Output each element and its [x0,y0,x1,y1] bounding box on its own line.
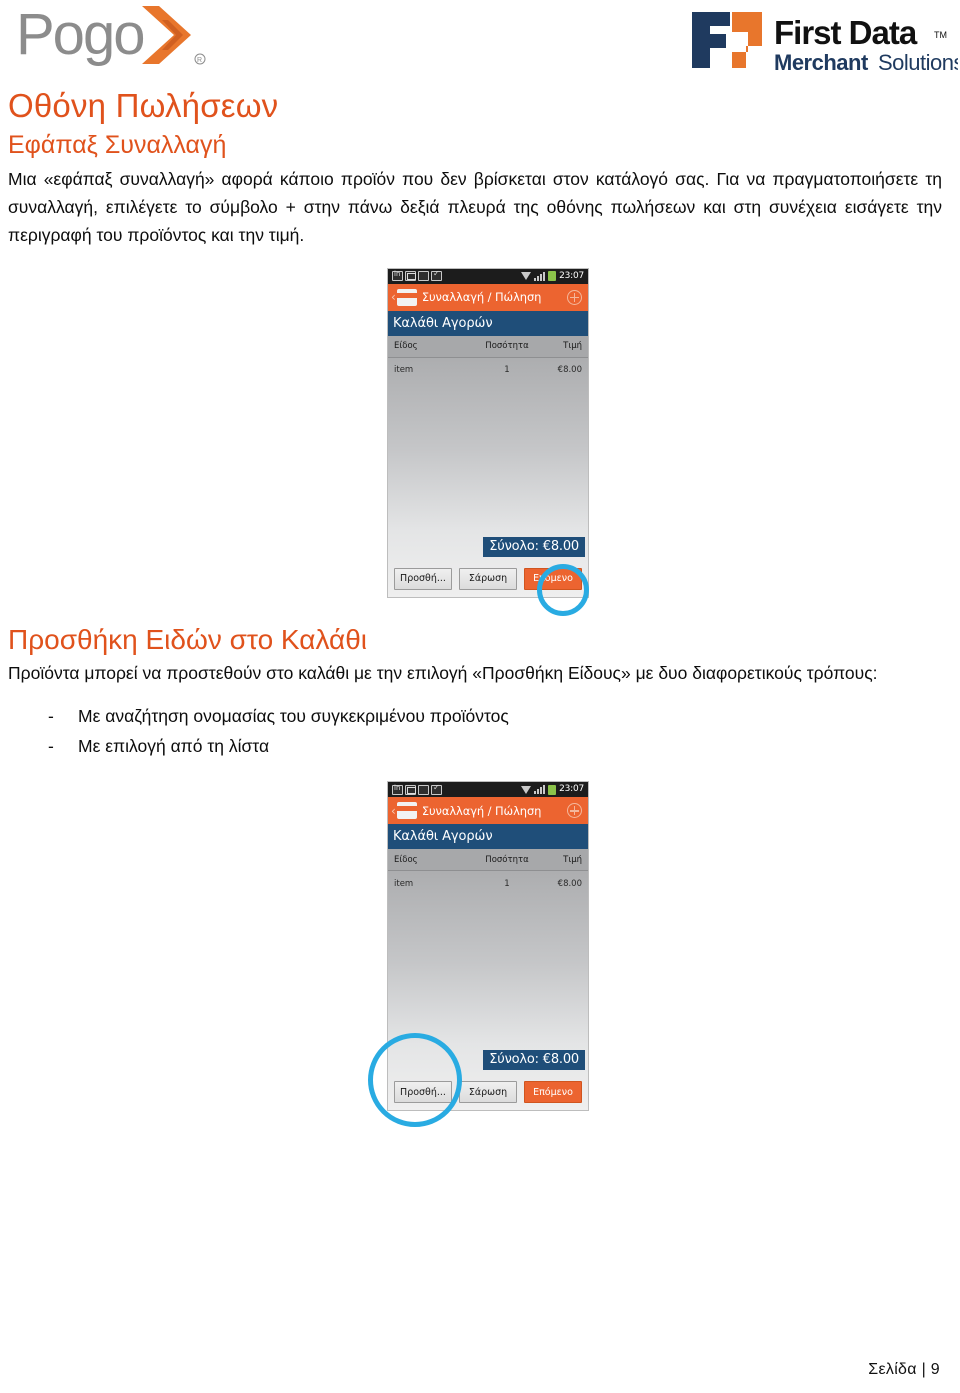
document-content: Οθόνη Πωλήσεων Εφάπαξ Συναλλαγή Μια «εφά… [0,87,960,1128]
device-icon [418,271,429,282]
column-header-price: Τιμή [563,854,582,865]
svg-text:Pogo: Pogo [16,2,143,67]
intro-paragraph: Μια «εφάπαξ συναλλαγή» αφορά κάποιο προϊ… [8,168,942,246]
phone1-action-bar-title: Συναλλαγή / Πώληση [421,290,542,305]
next-button[interactable]: Επόμενο [524,1081,582,1104]
battery-icon [548,271,557,282]
add-items-paragraph: Προϊόντα μπορεί να προστεθούν στο καλάθι… [8,662,878,683]
phone1-cart-header-label: Καλάθι Αγορών [393,315,493,331]
footer-separator: | [921,1361,927,1378]
list-item: - Με αναζήτηση ονομασίας του συγκεκριμέν… [48,701,942,731]
svg-text:Solutions: Solutions [878,50,958,75]
phone2-status-bar: 23:07 [388,782,588,798]
svg-text:First Data: First Data [774,14,918,51]
phone2-button-bar: Προσθή... Σάρωση Επόμενο [388,1074,588,1110]
cell-item: item [394,878,414,889]
next-button[interactable]: Επόμενο [524,567,582,590]
scan-button[interactable]: Σάρωση [459,567,517,590]
pogo-logo: Pogo R [16,2,211,68]
cell-quantity: 1 [504,365,510,376]
column-header-item: Είδος [394,341,418,352]
column-header-quantity: Ποσότητα [485,854,529,865]
plus-circle-icon[interactable] [567,289,582,305]
pogo-app-icon [396,802,417,820]
wifi-icon [521,785,532,794]
phone1-cart-header: Καλάθι Αγορών [388,310,588,336]
wifi-icon [521,272,532,281]
checkbox-icon [431,783,442,795]
section-title-add-items: Προσθήκη Ειδών στο Καλάθι [8,623,367,655]
phone2-action-bar-title: Συναλλαγή / Πώληση [421,803,542,818]
add-item-button[interactable]: Προσθή... [394,1081,452,1104]
pogo-app-icon [396,288,417,306]
svg-text:Merchant: Merchant [774,50,869,75]
footer-page-number: 9 [930,1361,940,1378]
back-chevron-icon[interactable]: ‹ [391,805,396,817]
phone2-system-icons: 23:07 [521,784,584,795]
phone2-cart-header: Καλάθι Αγορών [388,824,588,850]
bullet-dash: - [48,706,54,727]
footer-page-label: Σελίδα [868,1361,917,1378]
linkedin-icon [392,270,403,282]
back-chevron-icon[interactable]: ‹ [391,291,396,303]
list-item-label: Με αναζήτηση ονομασίας του συγκεκριμένου… [78,706,509,727]
add-item-button[interactable]: Προσθή... [394,567,452,590]
column-header-item: Είδος [394,854,418,865]
cell-quantity: 1 [504,878,510,889]
checkbox-icon [431,269,442,282]
signal-bars-icon [534,785,546,795]
device-icon [418,784,429,795]
phone1-button-bar: Προσθή... Σάρωση Επόμενο [388,561,588,597]
status-time: 23:07 [559,784,584,795]
plus-circle-icon[interactable] [567,803,582,819]
screenshot-figure-2: 23:07 ‹ Συναλλαγή / Πώληση Καλάθι Αγορών… [8,781,960,1128]
add-items-bullet-list: - Με αναζήτηση ονομασίας του συγκεκριμέν… [8,701,942,761]
section-title-one-off-transaction: Εφάπαξ Συναλλαγή [8,130,227,159]
cell-price: €8.00 [557,365,582,376]
table-row[interactable]: item 1 €8.00 [388,871,588,896]
mail-icon [405,784,416,795]
phone1-system-icons: 23:07 [521,270,584,282]
battery-icon [548,784,557,795]
table-row[interactable]: item 1 €8.00 [388,358,588,383]
svg-text:R: R [197,57,202,64]
list-item-label: Με επιλογή από τη λίστα [78,736,270,757]
page-header: Pogo R First Data TM Merchant Solutions [0,0,960,88]
phone1-total-badge: Σύνολο: €8.00 [483,536,585,557]
cell-price: €8.00 [557,878,582,889]
scan-button[interactable]: Σάρωση [459,1081,517,1104]
page-title: Οθόνη Πωλήσεων [8,87,279,124]
column-header-price: Τιμή [563,341,582,352]
page-footer: Σελίδα | 9 [868,1361,940,1379]
status-time: 23:07 [559,270,584,281]
svg-text:TM: TM [934,30,947,40]
column-header-quantity: Ποσότητα [485,341,529,352]
phone2-total-badge: Σύνολο: €8.00 [483,1050,585,1071]
cell-item: item [394,365,414,376]
mail-icon [405,271,416,282]
phone2-table-header: Είδος Ποσότητα Τιμή [388,849,588,872]
bullet-dash: - [48,736,54,757]
screenshot-figure-1: 23:07 ‹ Συναλλαγή / Πώληση Καλάθι Αγορών… [8,267,960,616]
phone-screenshot-sales-screen: 23:07 ‹ Συναλλαγή / Πώληση Καλάθι Αγορών… [387,267,589,598]
phone1-table-header: Είδος Ποσότητα Τιμή [388,335,588,358]
phone1-status-bar: 23:07 [388,268,588,284]
phone2-notification-icons [392,783,442,795]
phone-screenshot-add-item: 23:07 ‹ Συναλλαγή / Πώληση Καλάθι Αγορών… [387,781,589,1112]
linkedin-icon [392,784,403,795]
list-item: - Με επιλογή από τη λίστα [48,731,942,761]
first-data-logo: First Data TM Merchant Solutions [686,6,960,76]
signal-bars-icon [534,271,546,281]
phone2-cart-header-label: Καλάθι Αγορών [393,829,493,845]
phone2-action-bar: ‹ Συναλλαγή / Πώληση [388,797,588,825]
phone1-notification-icons [392,269,442,282]
phone1-action-bar: ‹ Συναλλαγή / Πώληση [388,283,588,311]
